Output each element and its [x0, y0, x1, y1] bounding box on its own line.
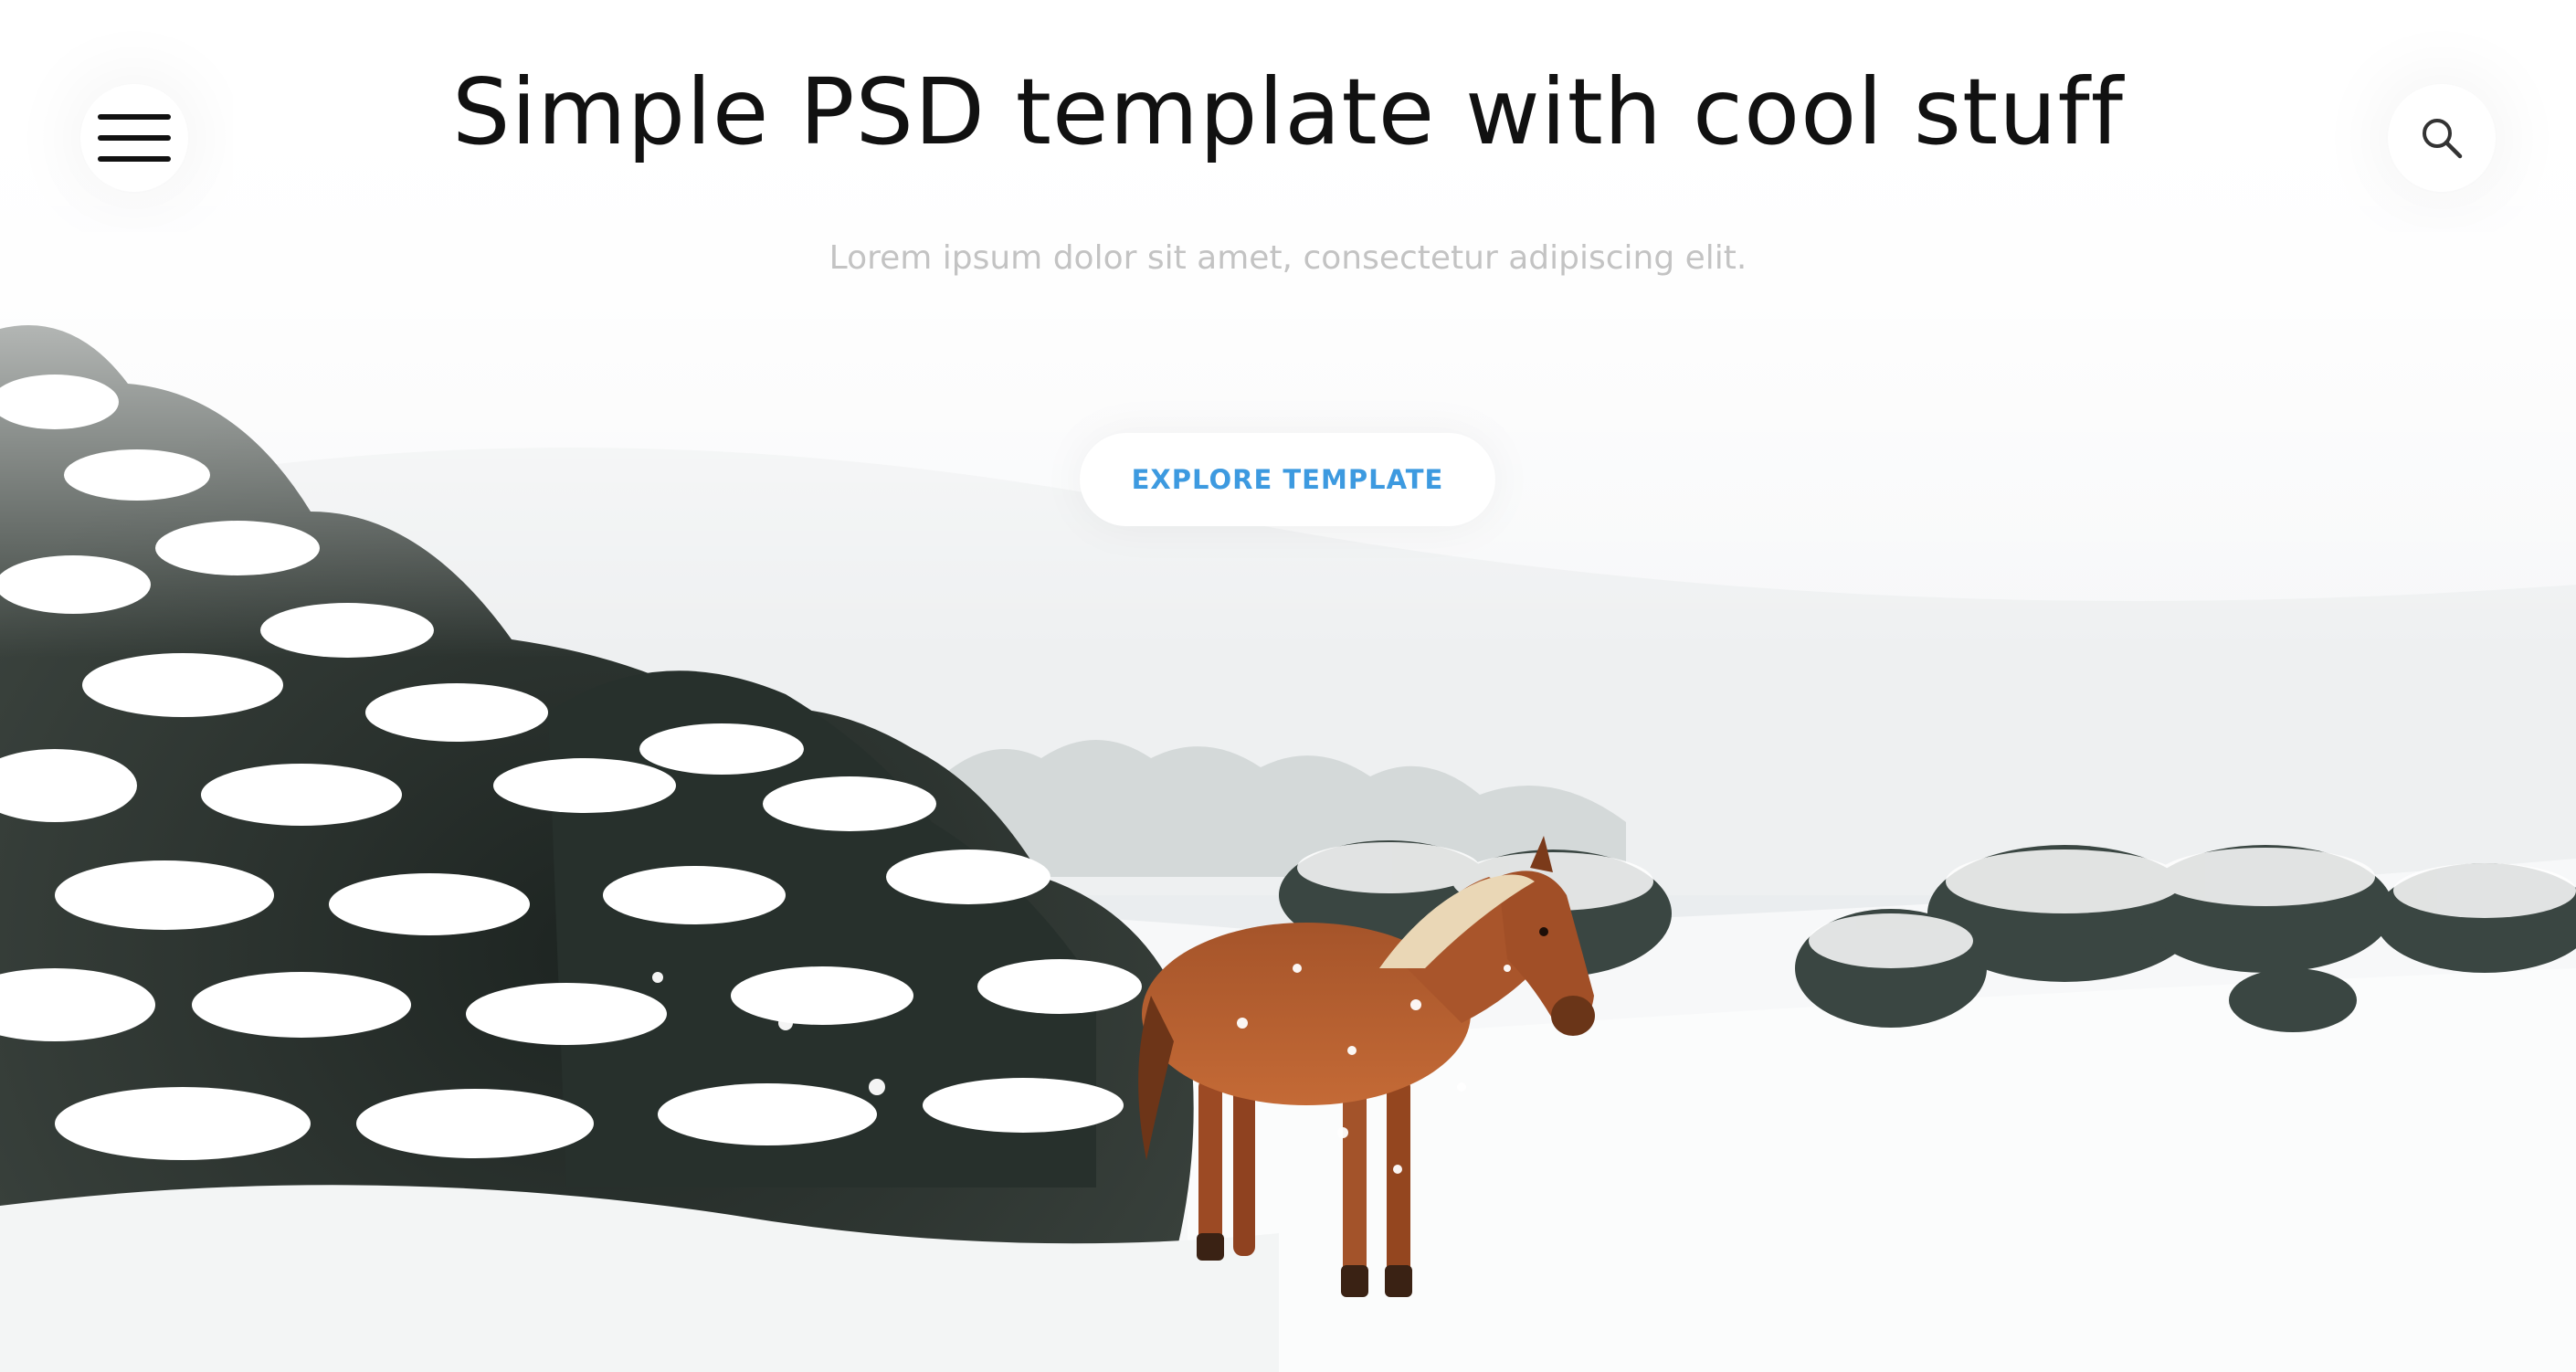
hero-background-image	[0, 0, 2576, 1372]
hero-section: Simple PSD template with cool stuff Lore…	[0, 0, 2576, 1372]
hero-subtitle: Lorem ipsum dolor sit amet, consectetur …	[829, 239, 1747, 277]
explore-template-label: EXPLORE TEMPLATE	[1131, 464, 1444, 495]
explore-template-button[interactable]: EXPLORE TEMPLATE	[1080, 433, 1495, 526]
hero-title: Simple PSD template with cool stuff	[452, 58, 2124, 165]
